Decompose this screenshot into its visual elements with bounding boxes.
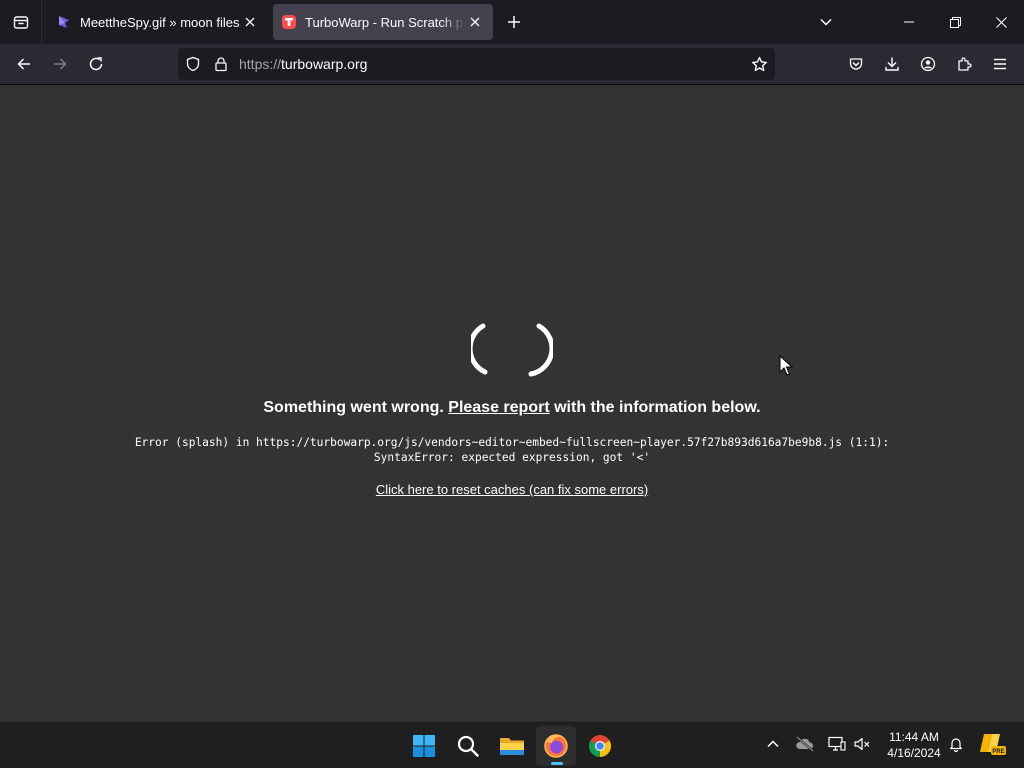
restore-button[interactable] <box>932 0 978 44</box>
minimize-button[interactable] <box>886 0 932 44</box>
minimize-icon <box>904 21 914 23</box>
firefox-view-button[interactable] <box>0 0 42 44</box>
taskbar-clock[interactable]: 11:44 AM 4/16/2024 <box>880 729 948 761</box>
tab-title: TurboWarp - Run Scratch projects <box>305 14 465 30</box>
tab-title: MeettheSpy.gif » moon files <box>80 14 240 30</box>
clock-date: 4/16/2024 <box>887 746 941 760</box>
error-detail-line: SyntaxError: expected expression, got '<… <box>373 451 651 464</box>
downloads-button[interactable] <box>876 48 908 80</box>
arrow-right-icon <box>54 58 67 70</box>
close-tab-icon[interactable] <box>240 12 260 32</box>
error-heading-prefix: Something went wrong. <box>263 399 449 416</box>
firefox-view-icon <box>13 16 28 29</box>
bell-icon <box>949 738 963 752</box>
tracking-protection-shield-icon[interactable] <box>181 48 205 80</box>
please-report-link[interactable]: Please report <box>448 399 549 416</box>
account-icon <box>920 56 936 72</box>
bookmark-star-icon[interactable] <box>747 48 771 80</box>
notifications-button[interactable] <box>944 732 968 756</box>
app-menu-button[interactable] <box>984 48 1016 80</box>
firefox-icon <box>544 734 568 758</box>
tab-strip: MeettheSpy.gif » moon files TurboWarp - … <box>0 0 1024 44</box>
cloud-off-icon <box>796 736 814 752</box>
search-icon <box>457 735 479 757</box>
address-bar[interactable]: https://turbowarp.org <box>178 48 775 80</box>
tab-meetthespy[interactable]: MeettheSpy.gif » moon files <box>48 4 268 40</box>
turbowarp-favicon-icon <box>282 15 296 29</box>
error-heading-suffix: with the information below. <box>549 399 761 416</box>
folder-icon <box>500 738 524 755</box>
chrome-icon <box>589 735 611 757</box>
show-hidden-icons-button[interactable] <box>761 732 785 756</box>
puzzle-icon <box>958 57 972 71</box>
copilot-preview-button[interactable]: PRE <box>978 730 1006 758</box>
active-app-indicator <box>551 762 563 765</box>
reload-button[interactable] <box>80 48 112 80</box>
onedrive-tray-button[interactable] <box>793 732 817 756</box>
tab-turbowarp[interactable]: TurboWarp - Run Scratch projects <box>273 4 493 40</box>
mouse-pointer-icon <box>779 355 793 376</box>
network-tray-button[interactable] <box>825 732 849 756</box>
windows-logo-icon <box>413 735 435 757</box>
reload-icon <box>89 57 103 71</box>
file-explorer-button[interactable] <box>492 726 532 766</box>
moon-files-favicon-icon <box>59 16 69 28</box>
reset-caches-container: Click here to reset caches (can fix some… <box>0 482 1024 497</box>
forward-button[interactable] <box>44 48 76 80</box>
url-text[interactable]: https://turbowarp.org <box>239 48 367 80</box>
list-all-tabs-button[interactable] <box>814 10 838 34</box>
error-detail-line: Error (splash) in https://turbowarp.org/… <box>134 436 890 449</box>
windows-taskbar: 11:44 AM 4/16/2024 PRE <box>0 721 1024 768</box>
close-icon <box>995 16 1007 28</box>
preview-badge-text: PRE <box>992 749 1004 755</box>
hamburger-menu-icon <box>994 58 1006 70</box>
lock-icon[interactable] <box>209 48 233 80</box>
restore-icon <box>949 16 961 28</box>
account-button[interactable] <box>912 48 944 80</box>
start-button[interactable] <box>404 726 444 766</box>
chevron-up-icon <box>767 740 779 748</box>
page-content: Something went wrong. Please report with… <box>0 85 1024 721</box>
plus-icon <box>508 16 520 28</box>
pocket-icon <box>849 58 863 70</box>
close-tab-icon[interactable] <box>465 12 485 32</box>
network-icon <box>828 736 846 751</box>
copilot-icon: PRE <box>980 734 1006 755</box>
extensions-button[interactable] <box>948 48 980 80</box>
error-details: Error (splash) in https://turbowarp.org/… <box>0 435 1024 465</box>
navigation-toolbar: https://turbowarp.org <box>0 44 1024 85</box>
clock-time: 11:44 AM <box>889 730 939 744</box>
arrow-left-icon <box>17 58 30 70</box>
volume-tray-button[interactable] <box>850 732 874 756</box>
back-button[interactable] <box>8 48 40 80</box>
url-host: turbowarp.org <box>281 56 368 72</box>
error-heading: Something went wrong. Please report with… <box>0 399 1024 417</box>
volume-muted-icon <box>854 737 870 751</box>
loading-spinner-icon <box>471 323 553 377</box>
new-tab-button[interactable] <box>502 10 526 34</box>
close-window-button[interactable] <box>978 0 1024 44</box>
chevron-down-icon <box>820 18 832 26</box>
firefox-taskbar-button[interactable] <box>536 726 576 766</box>
download-icon <box>885 57 899 71</box>
reset-caches-link[interactable]: Click here to reset caches (can fix some… <box>376 482 648 497</box>
pocket-button[interactable] <box>840 48 872 80</box>
chrome-taskbar-button[interactable] <box>580 726 620 766</box>
taskbar-search-button[interactable] <box>448 726 488 766</box>
url-protocol: https:// <box>239 56 282 72</box>
